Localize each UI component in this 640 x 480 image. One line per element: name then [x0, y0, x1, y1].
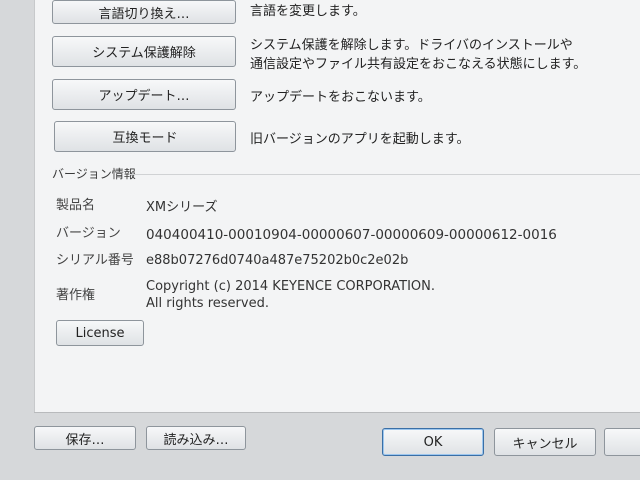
- license-button[interactable]: License: [56, 320, 144, 346]
- extra-button[interactable]: [604, 428, 640, 456]
- language-switch-description: 言語を変更します。: [250, 2, 366, 21]
- cancel-button[interactable]: キャンセル: [494, 428, 596, 456]
- version-value: 040400410-00010904-00000607-00000609-000…: [146, 227, 557, 243]
- save-button[interactable]: 保存…: [34, 426, 136, 450]
- release-system-protection-button[interactable]: システム保護解除: [52, 36, 236, 67]
- copyright-label: 著作権: [56, 288, 96, 303]
- serial-number-value: e88b07276d0740a487e75202b0c2e02b: [146, 253, 409, 268]
- section-divider: [130, 174, 640, 175]
- product-name-value: XMシリーズ: [146, 200, 218, 215]
- footer-divider: [34, 412, 640, 413]
- load-button[interactable]: 読み込み…: [146, 426, 246, 450]
- desc-line: 通信設定やファイル共有設定をおこなえる状態にします。: [250, 57, 587, 72]
- desc-line: 言語を変更します。: [250, 4, 366, 19]
- serial-number-label: シリアル番号: [56, 253, 134, 268]
- desc-line: アップデートをおこないます。: [250, 90, 431, 105]
- update-description: アップデートをおこないます。: [250, 88, 431, 107]
- desc-line: システム保護を解除します。ドライバのインストールや: [250, 38, 573, 53]
- compatibility-mode-description: 旧バージョンのアプリを起動します。: [250, 130, 469, 149]
- copyright-line-1: Copyright (c) 2014 KEYENCE CORPORATION.: [146, 279, 436, 294]
- ok-button[interactable]: OK: [382, 428, 484, 456]
- copyright-line-2: All rights reserved.: [146, 296, 269, 311]
- product-name-label: 製品名: [56, 198, 96, 213]
- version-info-title: バージョン情報: [52, 167, 136, 181]
- compatibility-mode-button[interactable]: 互換モード: [54, 121, 236, 152]
- version-label: バージョン: [56, 226, 121, 241]
- desc-line: 旧バージョンのアプリを起動します。: [250, 132, 470, 147]
- release-system-protection-description: システム保護を解除します。ドライバのインストールや 通信設定やファイル共有設定を…: [250, 36, 586, 74]
- language-switch-button[interactable]: 言語切り換え…: [52, 0, 236, 24]
- update-button[interactable]: アップデート…: [52, 79, 236, 110]
